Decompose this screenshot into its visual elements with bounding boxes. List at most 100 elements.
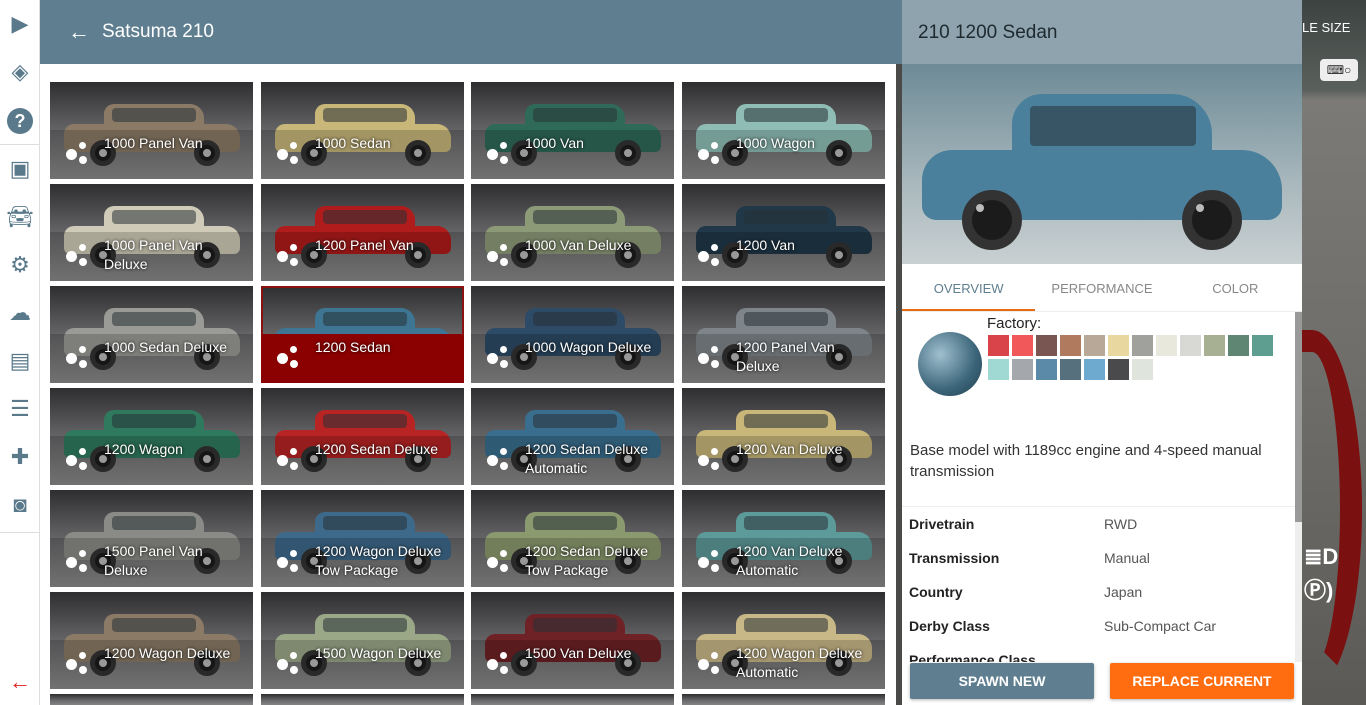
config-tile[interactable]: 1200 Wagon — [50, 388, 253, 485]
color-swatch[interactable] — [1012, 359, 1033, 380]
config-tile[interactable]: 1000 Wagon Deluxe — [471, 286, 674, 383]
config-tile[interactable]: 1000 Sedan Deluxe — [50, 286, 253, 383]
configuration-icon — [277, 448, 301, 470]
dashboard-icon[interactable]: ▤ — [6, 347, 34, 375]
play-icon[interactable]: ▶ — [6, 10, 34, 38]
color-swatch[interactable] — [1060, 359, 1081, 380]
color-swatch[interactable] — [1036, 335, 1057, 356]
spec-key: Performance Class — [909, 652, 1036, 662]
tab-performance[interactable]: PERFORMANCE — [1035, 264, 1168, 311]
config-tile[interactable]: 1200 Sedan — [261, 286, 464, 383]
tile-label: 1500 Van Deluxe — [525, 645, 632, 661]
layers-icon[interactable]: ◈ — [6, 58, 34, 86]
spec-row: Performance Class... — [902, 643, 1295, 662]
tab-overview[interactable]: OVERVIEW — [902, 264, 1036, 311]
gear-icon[interactable]: ⚙ — [6, 251, 34, 279]
tile-label: 1200 Wagon — [104, 441, 183, 457]
config-tile[interactable]: 1500 Panel Van Deluxe — [50, 490, 253, 587]
color-swatch[interactable] — [1228, 335, 1249, 356]
config-tile[interactable] — [50, 694, 253, 705]
spec-table: Drivetrain RWD Transmission Manual Country Ja… — [902, 506, 1295, 662]
color-swatch[interactable] — [1252, 335, 1273, 356]
factory-paint-globe — [918, 332, 982, 396]
tile-label: 1500 Wagon Deluxe — [315, 645, 442, 661]
color-swatch[interactable] — [1036, 359, 1057, 380]
config-tile[interactable]: 1200 Van Deluxe — [682, 388, 885, 485]
color-swatch[interactable] — [1132, 335, 1153, 356]
config-tile[interactable]: 1000 Wagon — [682, 82, 885, 179]
config-tile[interactable]: 1200 Panel Van — [261, 184, 464, 281]
color-swatch[interactable] — [1084, 335, 1105, 356]
tile-label: 1200 Wagon Deluxe — [104, 645, 231, 661]
hud-icons: ≣D Ⓟ) — [1304, 540, 1354, 608]
color-swatch[interactable] — [1060, 335, 1081, 356]
color-swatch[interactable] — [1180, 335, 1201, 356]
replace-current-button[interactable]: REPLACE CURRENT — [1110, 663, 1294, 699]
color-swatch[interactable] — [1108, 359, 1129, 380]
config-tile[interactable]: 1200 Wagon Deluxe — [50, 592, 253, 689]
config-tile[interactable]: 1200 Van — [682, 184, 885, 281]
panel-scrollbar[interactable] — [1295, 312, 1302, 662]
color-swatch[interactable] — [1108, 335, 1129, 356]
tile-label: 1000 Wagon Deluxe — [525, 339, 652, 355]
color-swatch[interactable] — [988, 359, 1009, 380]
config-tile[interactable]: 1200 Wagon Deluxe Automatic — [682, 592, 885, 689]
spec-row: Country Japan — [902, 575, 1295, 609]
config-tile[interactable]: 1200 Sedan Deluxe Automatic — [471, 388, 674, 485]
tile-label: 1000 Sedan — [315, 135, 391, 151]
tile-label: 1500 Panel Van Deluxe — [104, 543, 203, 578]
spec-value: Sub-Compact Car — [1104, 618, 1217, 634]
color-swatch[interactable] — [1204, 335, 1225, 356]
configuration-icon — [66, 652, 90, 674]
config-tile[interactable]: 1000 Sedan — [261, 82, 464, 179]
tile-label: 1200 Sedan Deluxe Automatic — [525, 441, 648, 476]
config-tile[interactable]: 1200 Panel Van Deluxe — [682, 286, 885, 383]
config-tile[interactable]: 1500 Wagon Deluxe — [261, 592, 464, 689]
configuration-icon — [487, 652, 511, 674]
config-tile[interactable] — [471, 694, 674, 705]
color-swatch[interactable] — [1132, 359, 1153, 380]
config-tile[interactable]: 1500 Van Deluxe — [471, 592, 674, 689]
config-tile[interactable]: 1000 Panel Van Deluxe — [50, 184, 253, 281]
cloud-icon[interactable]: ☁ — [6, 299, 34, 327]
page-title: Satsuma 210 — [102, 21, 214, 42]
panel-title: 210 1200 Sedan — [902, 0, 1302, 64]
car-icon[interactable]: 🚘︎ — [6, 203, 34, 231]
config-tile[interactable]: 1200 Sedan Deluxe Tow Package — [471, 490, 674, 587]
color-swatch[interactable] — [988, 335, 1009, 356]
factory-label: Factory: — [987, 315, 1042, 332]
config-tile[interactable]: 1000 Van Deluxe — [471, 184, 674, 281]
back-arrow-icon[interactable]: ← — [68, 19, 90, 45]
camera-icon[interactable]: ◙ — [6, 491, 34, 519]
config-tile[interactable] — [682, 694, 885, 705]
color-swatch[interactable] — [1084, 359, 1105, 380]
mission-icon[interactable]: ▣ — [6, 155, 34, 183]
configuration-icon — [487, 244, 511, 266]
config-tile[interactable]: 1200 Sedan Deluxe — [261, 388, 464, 485]
spawn-new-button[interactable]: SPAWN NEW — [910, 663, 1094, 699]
spec-row: Transmission Manual — [902, 541, 1295, 575]
config-tile[interactable] — [261, 694, 464, 705]
tile-label: 1000 Van — [525, 135, 584, 151]
config-tile[interactable]: 1200 Van Deluxe Automatic — [682, 490, 885, 587]
sliders-icon[interactable]: ☰ — [6, 395, 34, 423]
config-tile[interactable]: 1200 Wagon Deluxe Tow Package — [261, 490, 464, 587]
tab-color[interactable]: COLOR — [1169, 264, 1302, 311]
help-icon[interactable]: ? — [6, 107, 34, 135]
gamepad-icon[interactable]: ✚ — [6, 443, 34, 471]
color-swatch[interactable] — [1012, 335, 1033, 356]
configuration-icon — [277, 346, 301, 368]
configuration-icon — [277, 142, 301, 164]
sidebar: ▶ ◈ ? ▣ 🚘︎ ⚙ ☁ ▤ ☰ ✚ ◙ ← — [0, 0, 40, 705]
exit-arrow-icon[interactable]: ← — [6, 668, 34, 696]
color-swatch[interactable] — [1156, 335, 1177, 356]
configuration-icon — [66, 550, 90, 572]
config-tile[interactable]: 1000 Panel Van — [50, 82, 253, 179]
tile-label: 1200 Sedan Deluxe — [315, 441, 438, 457]
configuration-icon — [277, 652, 301, 674]
spec-key: Country — [909, 584, 963, 600]
tile-label: 1200 Wagon Deluxe Automatic — [736, 645, 863, 680]
keyboard-toggle-icon[interactable]: ⌨○ — [1320, 59, 1358, 81]
config-tile[interactable]: 1000 Van — [471, 82, 674, 179]
spec-value: RWD — [1104, 516, 1138, 532]
